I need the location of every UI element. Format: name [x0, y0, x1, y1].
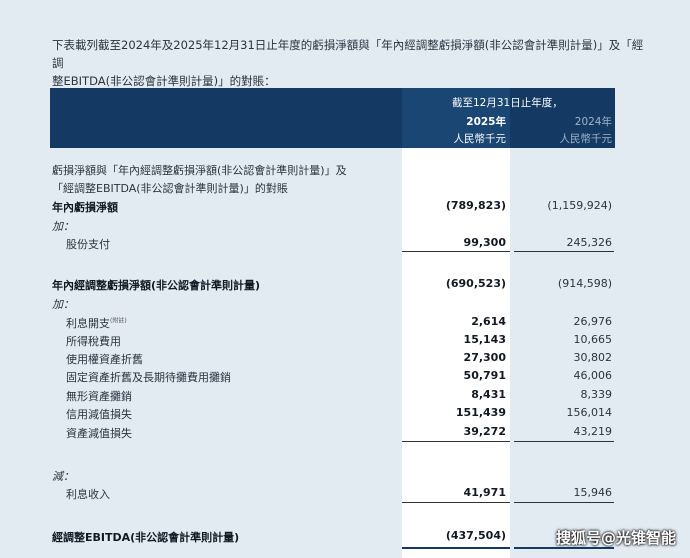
table-row: 利息開支(附註) 2,614 26,976 [0, 313, 690, 331]
row-label: 無形資產攤銷 [66, 390, 132, 403]
row-label: 減： [52, 470, 74, 483]
value-prior: (914,598) [557, 277, 612, 290]
row-label: 利息開支(附註) [66, 315, 127, 331]
value-current: (690,523) [445, 277, 506, 290]
subtotal-rule-prior [514, 502, 614, 503]
year-prior-header: 2024年 [574, 116, 612, 128]
table-row: 利息收入 41,971 15,946 [0, 484, 690, 502]
table-row: 減： [0, 466, 690, 484]
unit-current-header: 人民幣千元 [453, 133, 507, 145]
row-label: 信用減值損失 [66, 408, 132, 421]
value-current: (437,504) [445, 529, 506, 542]
value-prior: 30,802 [573, 351, 613, 364]
subtotal-rule-prior [514, 441, 614, 442]
row-label-text: 利息開支 [66, 317, 110, 330]
value-current: 15,143 [463, 333, 506, 346]
value-prior: (1,159,924) [547, 199, 612, 212]
row-label: 年內虧損淨額 [52, 201, 118, 214]
table-row: 使用權資產折舊 27,300 30,802 [0, 349, 690, 367]
row-label: 使用權資產折舊 [66, 353, 143, 366]
value-prior: 10,665 [573, 333, 613, 346]
period-header: 截至12月31日止年度， [452, 97, 563, 109]
subtotal-rule-current [402, 251, 510, 252]
row-label: 年內經調整虧損淨額(非公認會計準則計量) [52, 279, 261, 292]
value-current: 151,439 [455, 406, 506, 419]
value-current: 41,971 [463, 486, 506, 499]
footnote-marker: (附註) [110, 317, 127, 325]
table-row: 虧損淨額與「年內經調整虧損淨額(非公認會計準則計量)」及 [0, 160, 690, 178]
value-prior: 43,219 [573, 425, 613, 438]
value-current: 8,431 [471, 388, 506, 401]
subtotal-rule-prior [514, 251, 614, 252]
table-row: 年內虧損淨額 (789,823) (1,159,924) [0, 197, 690, 215]
value-prior: 15,946 [573, 486, 613, 499]
value-prior: 26,976 [573, 315, 613, 328]
value-current: 99,300 [463, 236, 506, 249]
unit-prior-header: 人民幣千元 [559, 133, 613, 145]
value-current: 27,300 [463, 351, 506, 364]
table-row: 加： [0, 294, 690, 312]
table-row: 年內經調整虧損淨額(非公認會計準則計量) (690,523) (914,598) [0, 275, 690, 293]
value-prior: 46,006 [573, 369, 613, 382]
value-current: 50,791 [463, 369, 506, 382]
row-label: 固定資產折舊及長期待攤費用攤銷 [66, 371, 231, 384]
intro-line-1: 下表載列截至2024年及2025年12月31日止年度的虧損淨額與「年內經調整虧損… [52, 38, 644, 70]
total-rule-current [402, 547, 510, 549]
value-prior: 156,014 [566, 406, 613, 419]
table-row: 固定資產折舊及長期待攤費用攤銷 50,791 46,006 [0, 367, 690, 385]
value-prior: 8,339 [580, 388, 613, 401]
table-row: 「經調整EBITDA(非公認會計準則計量)」的對賬 [0, 178, 690, 196]
table-row: 所得稅費用 15,143 10,665 [0, 331, 690, 349]
row-label: 加： [52, 298, 74, 311]
table-row: 無形資產攤銷 8,431 8,339 [0, 386, 690, 404]
row-label: 加： [52, 220, 74, 233]
table-row: 加： [0, 216, 690, 234]
intro-text: 下表載列截至2024年及2025年12月31日止年度的虧損淨額與「年內經調整虧損… [52, 36, 652, 90]
row-label: 「經調整EBITDA(非公認會計準則計量)」的對賬 [52, 182, 288, 195]
row-label: 虧損淨額與「年內經調整虧損淨額(非公認會計準則計量)」及 [52, 164, 347, 177]
value-current: (789,823) [445, 199, 506, 212]
row-label: 所得稅費用 [66, 335, 121, 348]
watermark: 搜狐号@光锥智能 [555, 529, 676, 547]
table-row: 信用減值損失 151,439 156,014 [0, 404, 690, 422]
subtotal-rule-current [402, 502, 510, 503]
row-label: 經調整EBITDA(非公認會計準則計量) [52, 531, 240, 544]
value-prior: 245,326 [566, 236, 613, 249]
table-row: 資產減值損失 39,272 43,219 [0, 423, 690, 441]
year-current-header: 2025年 [466, 116, 506, 128]
row-label: 股份支付 [66, 238, 110, 251]
value-current: 2,614 [471, 315, 506, 328]
row-label: 利息收入 [66, 488, 110, 501]
row-label: 資產減值損失 [66, 427, 132, 440]
value-current: 39,272 [463, 425, 506, 438]
subtotal-rule-current [402, 441, 510, 442]
table-row: 股份支付 99,300 245,326 [0, 234, 690, 252]
